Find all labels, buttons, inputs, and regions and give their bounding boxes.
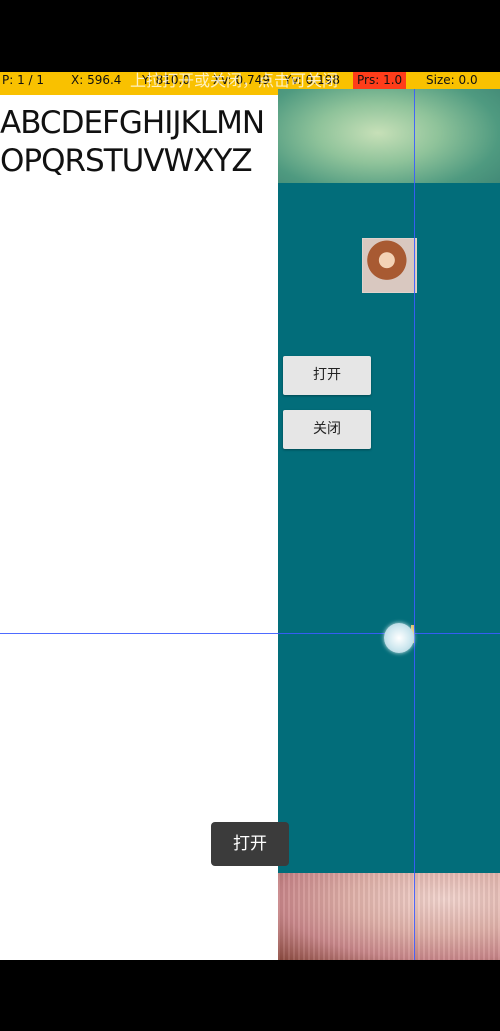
- touch-indicator-dot: [384, 623, 414, 653]
- open-button[interactable]: 打开: [283, 356, 371, 395]
- pointer-count: P: 1 / 1: [2, 73, 45, 87]
- toast-message: 打开: [211, 822, 289, 866]
- ghost-title-text: 上拉打开或关闭，点击可关闭: [130, 71, 339, 90]
- background-photo-bottom: [278, 873, 500, 960]
- alphabet-text: ABCDEFGHIJKLMNOPQRSTUVWXYZ: [0, 105, 265, 179]
- pointer-crosshair-horizontal: [0, 633, 500, 634]
- app-screen: ABCDEFGHIJKLMNOPQRSTUVWXYZ 打开 关闭 打开: [0, 72, 500, 960]
- close-button[interactable]: 关闭: [283, 410, 371, 449]
- pointer-crosshair-vertical: [414, 72, 415, 960]
- avatar-thumbnail[interactable]: [362, 238, 417, 293]
- pointer-x: X: 596.4: [71, 73, 122, 87]
- pointer-pressure: Prs: 1.0: [353, 72, 407, 89]
- pointer-size: Size: 0.0: [426, 73, 478, 87]
- bottom-black-bar: [0, 960, 500, 1031]
